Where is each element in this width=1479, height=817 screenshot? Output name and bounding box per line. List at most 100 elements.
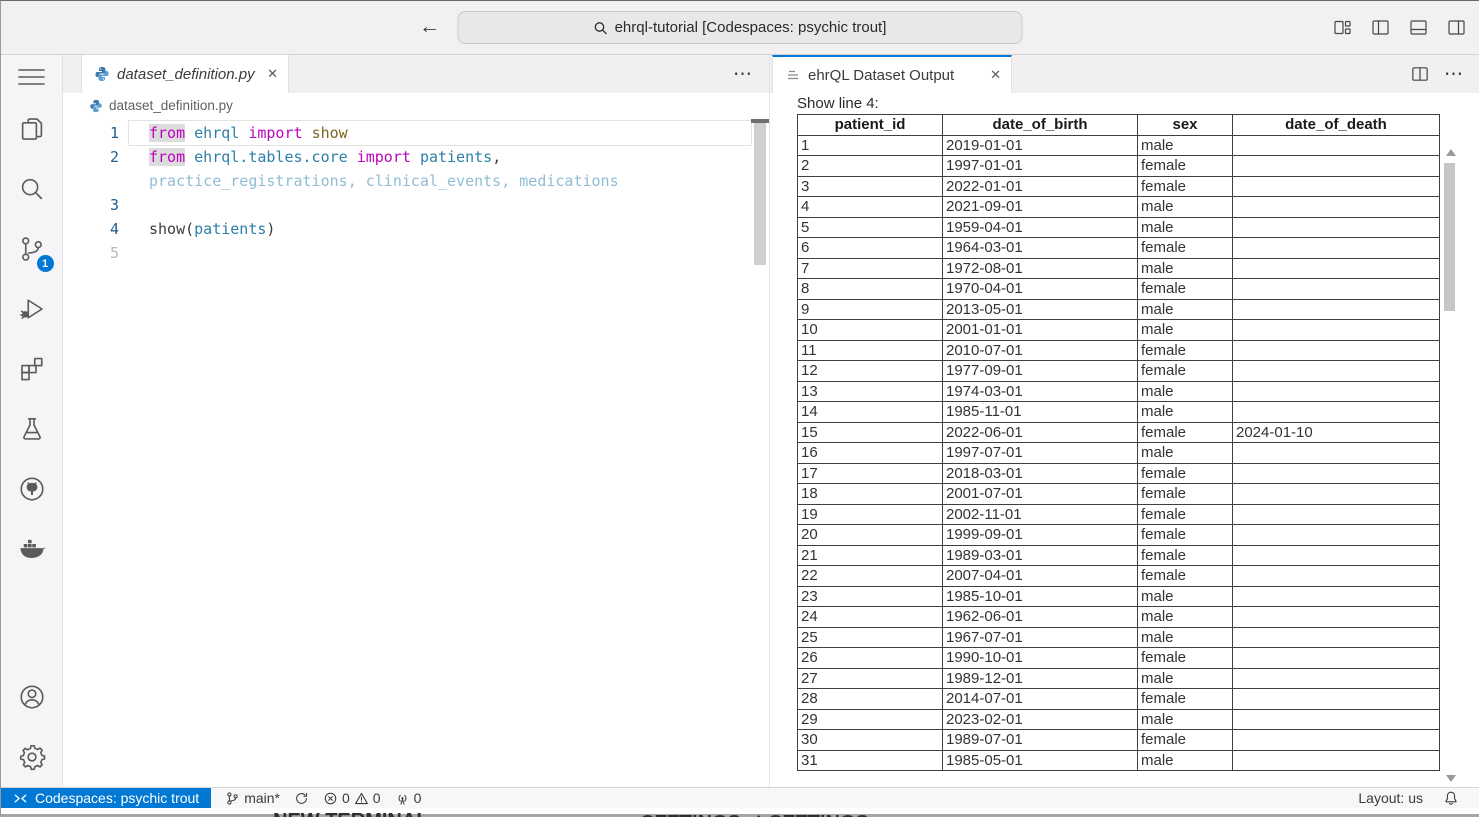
table-cell: male xyxy=(1138,627,1233,648)
table-cell: 11 xyxy=(798,340,943,361)
editor-tabbar: dataset_definition.py ✕ ⋯ xyxy=(63,55,769,93)
table-row: 222007-04-01female xyxy=(798,566,1440,587)
sidebar-item-extensions[interactable] xyxy=(1,339,63,399)
code-line[interactable]: 5 xyxy=(63,241,769,265)
scroll-down-arrow-icon[interactable] xyxy=(1446,775,1456,782)
tab-ehrql-dataset-output[interactable]: ehrQL Dataset Output ✕ xyxy=(772,55,1012,93)
menu-button[interactable] xyxy=(1,55,63,99)
table-row: 311985-05-01male xyxy=(798,750,1440,771)
statusbar-right: Layout: us xyxy=(1352,788,1479,808)
table-row: 32022-01-01female xyxy=(798,176,1440,197)
table-cell: 30 xyxy=(798,730,943,751)
keyboard-layout-status[interactable]: Layout: us xyxy=(1352,788,1429,808)
ports-status[interactable]: 0 xyxy=(389,788,428,808)
sync-status[interactable] xyxy=(288,788,315,808)
webview-scrollbar[interactable] xyxy=(1442,93,1458,787)
table-row: 51959-04-01male xyxy=(798,217,1440,238)
table-row: 211989-03-01female xyxy=(798,545,1440,566)
table-row: 61964-03-01female xyxy=(798,238,1440,259)
python-icon xyxy=(94,66,110,82)
sidebar-item-testing[interactable] xyxy=(1,399,63,459)
code-line[interactable]: 4show(patients) xyxy=(63,217,769,241)
table-row: 261990-10-01female xyxy=(798,648,1440,669)
table-cell: 20 xyxy=(798,525,943,546)
radio-tower-icon xyxy=(395,791,410,806)
toggle-sidebar-icon[interactable] xyxy=(1370,17,1391,38)
back-button[interactable]: ← xyxy=(419,13,440,41)
activity-bar: 1 xyxy=(1,55,63,787)
table-cell xyxy=(1233,750,1440,771)
sidebar-item-run-debug[interactable] xyxy=(1,279,63,339)
split-editor-icon[interactable] xyxy=(1410,64,1430,84)
table-cell xyxy=(1233,156,1440,177)
warning-count: 0 xyxy=(373,790,381,806)
statusbar-left: main* 0 0 xyxy=(211,788,427,808)
table-cell: male xyxy=(1138,320,1233,341)
table-cell: female xyxy=(1138,484,1233,505)
remote-indicator[interactable]: Codespaces: psychic trout xyxy=(1,788,211,808)
table-cell: male xyxy=(1138,709,1233,730)
behind-text-right: SETTINGS ⇄ SETTINGS xyxy=(641,810,869,817)
panel-tab-actions: ⋯ xyxy=(1410,55,1479,93)
breadcrumb-file[interactable]: dataset_definition.py xyxy=(109,98,233,113)
code-editor[interactable]: 1from ehrql import show2from ehrql.table… xyxy=(63,118,769,787)
code-line[interactable]: 2from ehrql.tables.core import patients, xyxy=(63,145,769,169)
table-row: 81970-04-01female xyxy=(798,279,1440,300)
titlebar-layout-actions xyxy=(1332,17,1467,38)
beaker-icon xyxy=(17,414,47,444)
scroll-up-arrow-icon[interactable] xyxy=(1446,149,1456,156)
table-cell: 2024-01-10 xyxy=(1233,422,1440,443)
column-header: date_of_birth xyxy=(943,115,1138,136)
table-row: 172018-03-01female xyxy=(798,463,1440,484)
table-cell: 2023-02-01 xyxy=(943,709,1138,730)
accounts-button[interactable] xyxy=(1,667,63,727)
scrollbar-thumb[interactable] xyxy=(1444,163,1455,311)
table-cell: 1985-05-01 xyxy=(943,750,1138,771)
table-cell xyxy=(1233,197,1440,218)
table-row: 12019-01-01male xyxy=(798,135,1440,156)
sidebar-item-docker[interactable] xyxy=(1,519,63,579)
more-actions-button[interactable]: ⋯ xyxy=(733,63,753,86)
code-line[interactable]: practice_registrations, clinical_events,… xyxy=(63,169,769,193)
sidebar-item-github[interactable] xyxy=(1,459,63,519)
table-cell: 5 xyxy=(798,217,943,238)
table-row: 102001-01-01male xyxy=(798,320,1440,341)
table-cell: female xyxy=(1138,361,1233,382)
sidebar-item-explorer[interactable] xyxy=(1,99,63,159)
breadcrumb[interactable]: dataset_definition.py xyxy=(63,93,769,118)
tab-close-button[interactable]: ✕ xyxy=(990,67,1001,83)
editor-scrollbar[interactable] xyxy=(754,123,766,265)
table-cell: male xyxy=(1138,135,1233,156)
page-behind-strip: NEW TERMINAL SETTINGS ⇄ SETTINGS xyxy=(1,809,1479,817)
line-number: 1 xyxy=(63,121,119,145)
code-line[interactable]: 1from ehrql import show xyxy=(63,121,769,145)
notifications-button[interactable] xyxy=(1437,788,1465,808)
tab-close-button[interactable]: ✕ xyxy=(267,66,278,82)
table-cell: 1997-01-01 xyxy=(943,156,1138,177)
tab-dataset-definition[interactable]: dataset_definition.py ✕ xyxy=(81,55,289,93)
more-actions-button[interactable]: ⋯ xyxy=(1444,63,1464,86)
toggle-secondary-sidebar-icon[interactable] xyxy=(1446,17,1467,38)
line-content xyxy=(129,193,751,217)
command-center-search[interactable]: ehrql-tutorial [Codespaces: psychic trou… xyxy=(458,11,1023,44)
table-cell: male xyxy=(1138,750,1233,771)
line-content: practice_registrations, clinical_events,… xyxy=(129,169,751,193)
sidebar-item-search[interactable] xyxy=(1,159,63,219)
code-line[interactable]: 3 xyxy=(63,193,769,217)
table-cell: 10 xyxy=(798,320,943,341)
table-row: 131974-03-01male xyxy=(798,381,1440,402)
settings-button[interactable] xyxy=(1,727,63,787)
customize-layout-icon[interactable] xyxy=(1332,17,1353,38)
toggle-panel-icon[interactable] xyxy=(1408,17,1429,38)
table-row: 231985-10-01male xyxy=(798,586,1440,607)
table-cell: 27 xyxy=(798,668,943,689)
branch-status[interactable]: main* xyxy=(219,788,286,808)
table-row: 92013-05-01male xyxy=(798,299,1440,320)
table-cell xyxy=(1233,217,1440,238)
problems-status[interactable]: 0 0 xyxy=(317,788,387,808)
table-cell: male xyxy=(1138,668,1233,689)
sidebar-item-source-control[interactable]: 1 xyxy=(1,219,63,279)
column-header: date_of_death xyxy=(1233,115,1440,136)
table-row: 241962-06-01male xyxy=(798,607,1440,628)
table-cell: 19 xyxy=(798,504,943,525)
